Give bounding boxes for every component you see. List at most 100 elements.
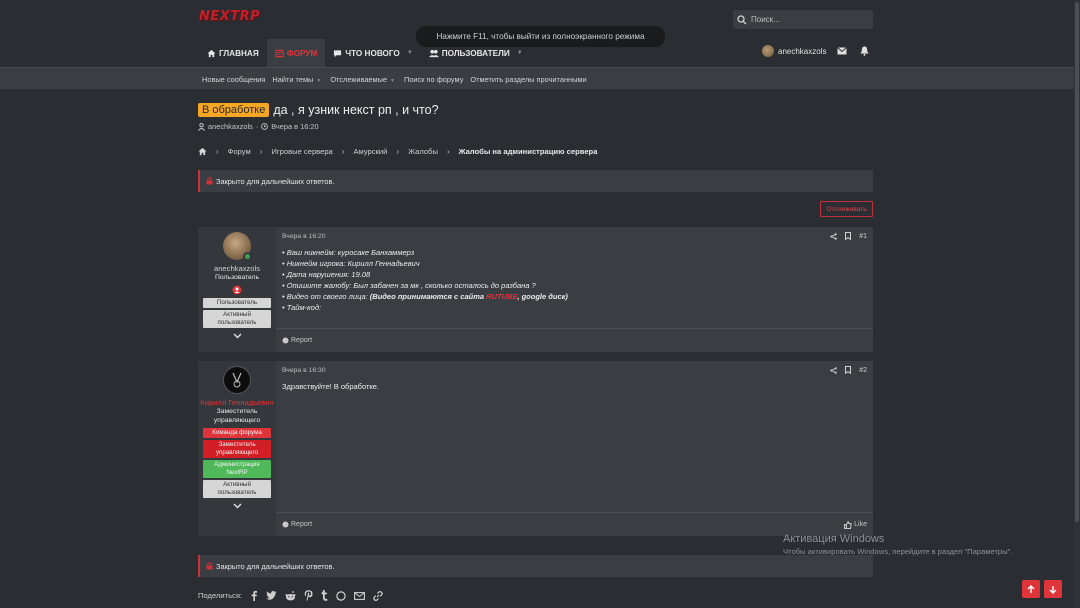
post-line: • Тайм-код: [282, 303, 322, 312]
chevron-down-icon: ▼ [390, 77, 395, 84]
post-body: • Ваш никнейм: куросаке Банхаммерз • Ник… [282, 247, 568, 313]
reddit-icon[interactable] [285, 590, 296, 601]
bell-icon[interactable] [860, 46, 869, 56]
chevron-right-icon: › [341, 147, 345, 156]
breadcrumb-item[interactable]: Амурский [353, 147, 387, 156]
twitter-icon[interactable] [266, 591, 277, 600]
post-content: Вчера в 16:20 #1 • Ваш никнейм: куросаке… [276, 227, 873, 352]
email-icon[interactable] [354, 591, 365, 600]
closed-notice-text: Закрыто для дальнейших ответов. [216, 561, 335, 571]
breadcrumb-item[interactable]: Форум [228, 147, 251, 156]
subnav-find-threads-label: Найти темы [272, 74, 314, 84]
scrollbar-thumb[interactable] [1075, 2, 1079, 522]
scroll-bottom-button[interactable] [1044, 580, 1062, 598]
chevron-down-icon[interactable] [232, 333, 242, 339]
page-title: да , я узник некст рп , и что? [273, 103, 439, 117]
sub-nav: Новые сообщения Найти темы ▼ Отслеживаемы… [0, 67, 1080, 89]
tumblr-icon[interactable] [321, 590, 328, 601]
post-username[interactable]: Кирилл Геннадьевич [200, 398, 273, 407]
pinterest-icon[interactable] [304, 590, 313, 601]
bookmark-icon[interactable] [845, 366, 852, 374]
share-icon[interactable] [830, 366, 837, 374]
avatar[interactable] [223, 366, 251, 394]
user-badge: Активный пользователь [203, 310, 271, 328]
meta-separator: · [255, 122, 259, 131]
thread-title-row: В обработке да , я узник некст рп , и чт… [198, 103, 439, 117]
like-button[interactable]: Like [844, 520, 867, 529]
post-tools: #2 [830, 366, 867, 374]
nav-whats-new[interactable]: Что нового ▼ [325, 39, 420, 67]
subnav-search-forums[interactable]: Поиск по форуму [404, 75, 463, 84]
post-date[interactable]: Вчера в 16:30 [282, 367, 326, 374]
link-icon[interactable] [373, 590, 383, 601]
chevron-right-icon: › [216, 147, 219, 156]
user-badge: Команда форума [203, 428, 271, 438]
chevron-down-icon[interactable] [232, 503, 242, 509]
avatar[interactable] [223, 232, 252, 261]
user-icon [198, 122, 205, 131]
post-date[interactable]: Вчера в 16:20 [282, 233, 326, 240]
share-icon[interactable] [830, 232, 837, 240]
fullscreen-message: Нажмите F11, чтобы выйти из полноэкранно… [416, 26, 665, 47]
site-logo[interactable]: NEXTRP [199, 8, 260, 26]
user-badge: Пользователь [203, 298, 271, 308]
post-username[interactable]: anechkaxzols [214, 264, 260, 273]
user-badge: Администрация NextRP [203, 460, 271, 478]
subnav-find-threads[interactable]: Найти темы ▼ [272, 75, 323, 84]
thumbs-up-icon [844, 520, 852, 529]
post-number[interactable]: #2 [859, 367, 867, 374]
activation-title: Активация Windows [783, 533, 885, 545]
video-bold-end: , google диск) [517, 292, 568, 301]
post-content: Вчера в 16:30 #2 Здравствуйте! В обработ… [276, 361, 873, 536]
subnav-watched[interactable]: Отслеживаемые ▼ [330, 75, 397, 84]
breadcrumb-item[interactable]: Жалобы [408, 147, 438, 156]
post-line: Здравствуйте! В обработке. [282, 382, 380, 391]
chevron-down-icon: ▼ [406, 50, 413, 56]
post-line-video: • Видео от своего лица: (Видео принимают… [282, 291, 568, 302]
breadcrumb-current[interactable]: Жалобы на администрацию сервера [459, 147, 598, 156]
post-body: Здравствуйте! В обработке. [282, 381, 379, 392]
rutube-link[interactable]: RUTUBE [486, 292, 517, 301]
bookmark-icon[interactable] [845, 232, 852, 240]
nav-users-label: Пользователи [441, 48, 510, 58]
watch-button[interactable]: Отслеживать [820, 201, 873, 217]
search-box[interactable]: Поиск... [733, 10, 873, 29]
whatsapp-icon[interactable] [336, 590, 346, 601]
breadcrumb-item[interactable]: Игровые сервера [271, 147, 332, 156]
chevron-right-icon: › [259, 147, 263, 156]
chat-icon [333, 49, 342, 58]
closed-notice-text: Закрыто для дальнейших ответов. [216, 176, 335, 186]
thread-author[interactable]: anechkaxzols [208, 122, 253, 131]
nav-home[interactable]: Главная [199, 39, 267, 67]
post-number[interactable]: #1 [859, 233, 867, 240]
chevron-right-icon: › [396, 147, 400, 156]
subnav-watched-label: Отслеживаемые [330, 74, 388, 84]
ban-icon [232, 285, 242, 295]
subnav-new-posts[interactable]: Новые сообщения [202, 75, 265, 84]
account-username[interactable]: anechkaxzols [778, 47, 826, 56]
facebook-icon[interactable] [250, 590, 258, 601]
post-2: Кирилл Геннадьевич Заместитель управляющ… [198, 361, 873, 536]
chevron-right-icon: › [446, 147, 450, 156]
subnav-mark-read[interactable]: Отметить разделы прочитанными [470, 75, 586, 84]
report-button[interactable]: Report [282, 337, 312, 344]
breadcrumb: › Форум › Игровые сервера › Амурский › Ж… [198, 147, 597, 156]
thread-prefix[interactable]: В обработке [198, 103, 270, 117]
activation-subtitle: Чтобы активировать Windows, перейдите в … [783, 547, 1013, 556]
post-footer: Report [276, 328, 873, 352]
closed-notice-top: Закрыто для дальнейших ответов. [198, 170, 873, 192]
search-icon [737, 14, 747, 25]
inbox-icon[interactable] [837, 47, 848, 55]
post-line: • Дата нарушения: 19.08 [282, 270, 371, 279]
report-icon [282, 521, 289, 528]
online-indicator [243, 252, 252, 261]
home-icon[interactable] [198, 147, 207, 156]
report-button[interactable]: Report [282, 521, 312, 528]
thread-date[interactable]: Вчера в 16:20 [271, 122, 318, 131]
nav-forum[interactable]: Форум [266, 39, 326, 67]
share-bar: Поделиться: [198, 590, 383, 601]
scroll-top-button[interactable] [1022, 580, 1040, 598]
user-badge: Активный пользователь [203, 480, 271, 498]
avatar[interactable] [762, 45, 774, 57]
like-label: Like [854, 521, 867, 528]
